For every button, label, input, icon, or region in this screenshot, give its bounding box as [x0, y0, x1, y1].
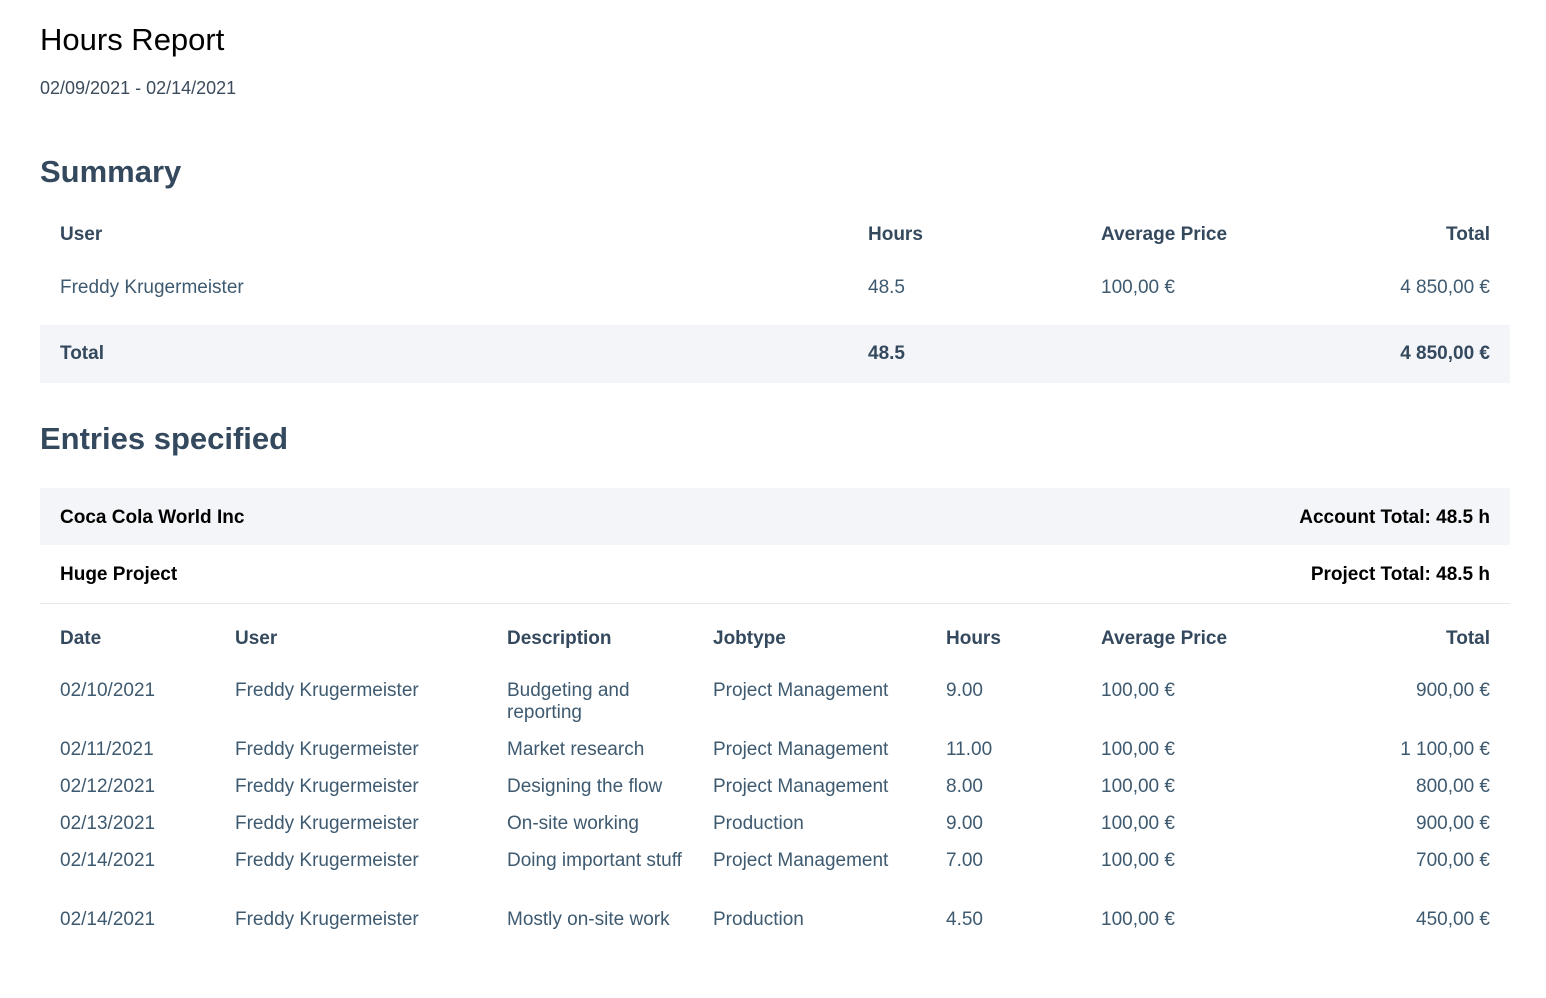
entry-total: 900,00 €: [1416, 680, 1490, 701]
entry-description: Doing important stuff: [507, 850, 682, 871]
report-title: Hours Report: [40, 22, 225, 57]
table-row: 02/10/2021 Freddy Krugermeister Budgetin…: [40, 656, 1510, 723]
summary-col-total: Total: [1446, 224, 1490, 245]
summary-hours: 48.5: [868, 277, 905, 298]
summary-total-amount: 4 850,00 €: [1400, 343, 1490, 364]
entry-user: Freddy Krugermeister: [235, 680, 419, 701]
entry-date: 02/14/2021: [60, 909, 156, 930]
entries-heading: Entries specified: [40, 421, 289, 456]
summary-col-user: User: [60, 224, 103, 245]
summary-col-average-price: Average Price: [1101, 224, 1228, 245]
summary-col-hours: Hours: [868, 224, 923, 245]
entries-table: Date User Description Jobtype Hours Aver…: [40, 604, 1510, 930]
entry-description: Mostly on-site work: [507, 909, 670, 930]
entry-date: 02/14/2021: [60, 850, 156, 871]
entries-header-row: Date User Description Jobtype Hours Aver…: [40, 604, 1510, 656]
summary-row: Freddy Krugermeister 48.5 100,00 € 4 850…: [40, 262, 1510, 325]
entry-user: Freddy Krugermeister: [235, 909, 419, 930]
table-row: 02/13/2021 Freddy Krugermeister On-site …: [40, 789, 1510, 834]
account-name: Coca Cola World Inc: [60, 507, 245, 528]
entries-col-hours: Hours: [946, 628, 1001, 649]
project-total: Project Total: 48.5 h: [1310, 564, 1490, 585]
entry-hours: 9.00: [946, 680, 983, 701]
account-total: Account Total: 48.5 h: [1299, 507, 1490, 528]
report-date-range: 02/09/2021 - 02/14/2021: [40, 78, 237, 98]
entries-col-user: User: [235, 628, 278, 649]
summary-table: User Hours Average Price Total Freddy Kr…: [40, 210, 1510, 383]
entry-jobtype: Project Management: [713, 850, 889, 871]
entry-average-price: 100,00 €: [1101, 850, 1175, 871]
entry-hours: 4.50: [946, 909, 983, 930]
summary-total-label: Total: [60, 343, 104, 364]
summary-total-row: Total 48.5 4 850,00 €: [40, 325, 1510, 383]
entries-col-jobtype: Jobtype: [713, 628, 786, 649]
entry-total: 700,00 €: [1416, 850, 1490, 871]
table-row: 02/14/2021 Freddy Krugermeister Mostly o…: [40, 885, 1510, 930]
project-name: Huge Project: [60, 564, 178, 585]
table-row: 02/11/2021 Freddy Krugermeister Market r…: [40, 715, 1510, 760]
project-header: Huge Project Project Total: 48.5 h: [40, 545, 1510, 604]
entry-total: 450,00 €: [1416, 909, 1490, 930]
table-row: 02/14/2021 Freddy Krugermeister Doing im…: [40, 826, 1510, 885]
summary-average-price: 100,00 €: [1101, 277, 1175, 298]
entries-col-average-price: Average Price: [1101, 628, 1228, 649]
entry-jobtype: Project Management: [713, 680, 889, 701]
summary-total: 4 850,00 €: [1400, 277, 1490, 298]
summary-header-row: User Hours Average Price Total: [40, 210, 1510, 262]
entry-hours: 7.00: [946, 850, 983, 871]
entries-col-description: Description: [507, 628, 612, 649]
entries-col-date: Date: [60, 628, 102, 649]
account-header: Coca Cola World Inc Account Total: 48.5 …: [40, 488, 1510, 545]
entries-col-total: Total: [1446, 628, 1490, 649]
entry-user: Freddy Krugermeister: [235, 850, 419, 871]
summary-heading: Summary: [40, 154, 182, 189]
table-row: 02/12/2021 Freddy Krugermeister Designin…: [40, 752, 1510, 797]
entry-date: 02/10/2021: [60, 680, 156, 701]
entry-average-price: 100,00 €: [1101, 680, 1175, 701]
summary-user: Freddy Krugermeister: [60, 277, 244, 298]
entry-average-price: 100,00 €: [1101, 909, 1175, 930]
summary-total-hours: 48.5: [868, 343, 905, 364]
entry-jobtype: Production: [713, 909, 804, 930]
